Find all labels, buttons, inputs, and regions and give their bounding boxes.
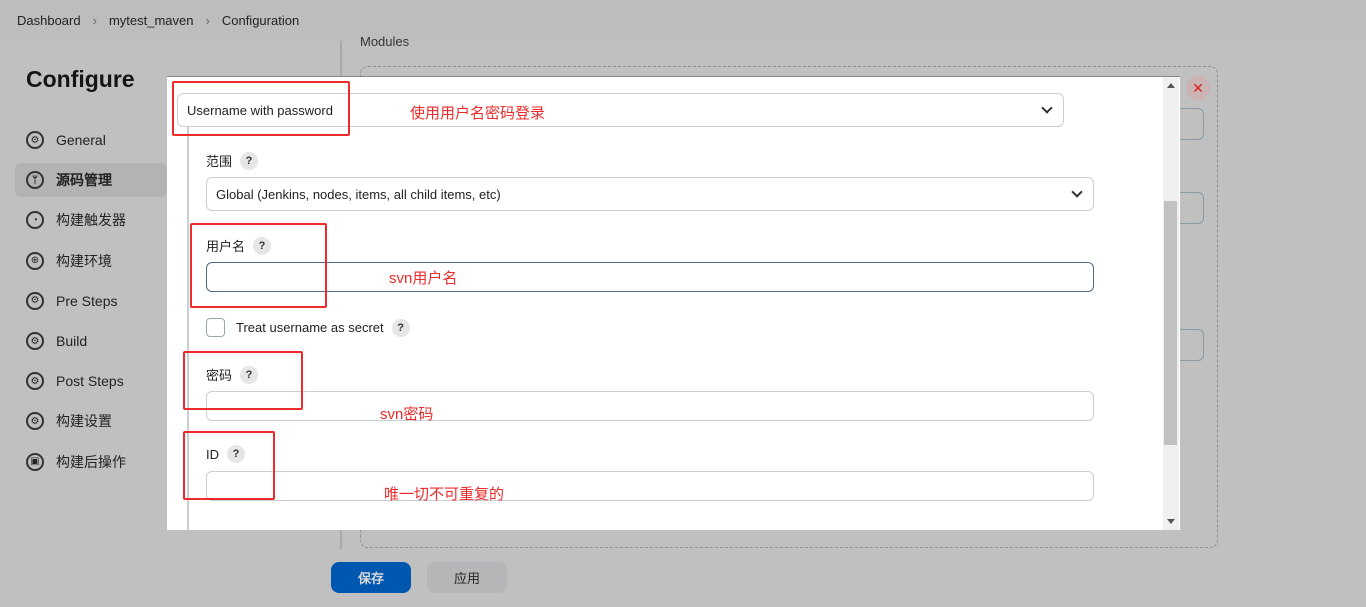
scope-label: 范围? <box>206 151 259 170</box>
breadcrumb: Dashboard › mytest_maven › Configuration <box>0 0 1366 41</box>
save-button[interactable]: 保存 <box>331 562 411 593</box>
sidebar-item[interactable]: ⚙ Post Steps <box>15 364 167 398</box>
breadcrumb-job[interactable]: mytest_maven <box>109 13 194 28</box>
chevron-down-icon <box>1071 186 1083 198</box>
gear-icon: ⚙ <box>26 291 44 310</box>
sidebar-item[interactable]: ⚙ 构建设置 <box>15 404 167 438</box>
annotation-box <box>183 351 303 410</box>
modules-label: Modules <box>360 34 410 49</box>
annotation-box <box>190 223 327 308</box>
scrollbar[interactable] <box>1163 77 1179 530</box>
sidebar-item-label: 构建后操作 <box>56 453 126 470</box>
package-icon: ▣ <box>26 452 44 471</box>
gear-icon: ⚙ <box>26 412 44 431</box>
sidebar-item[interactable]: ⊕ 构建环境 <box>15 244 167 278</box>
sidebar-item-label: Post Steps <box>56 373 124 390</box>
chevron-right-icon: › <box>205 13 210 28</box>
clock-icon: ◔ <box>26 211 44 230</box>
sidebar-item[interactable]: ⚙ General <box>15 123 167 157</box>
annotation-box <box>183 431 275 500</box>
chevron-down-icon <box>1041 102 1053 114</box>
scope-value: Global (Jenkins, nodes, items, all child… <box>216 186 501 202</box>
sidebar-item-label: Pre Steps <box>56 292 118 309</box>
treat-username-secret-checkbox[interactable] <box>206 318 225 337</box>
breadcrumb-dashboard[interactable]: Dashboard <box>17 13 81 28</box>
sidebar-item-label: 源码管理 <box>56 172 112 189</box>
page-title: Configure <box>26 66 135 92</box>
annotation-kind: 使用用户名密码登录 <box>410 105 546 122</box>
annotation-password: svn密码 <box>380 406 434 423</box>
sidebar-item-label: 构建环境 <box>56 252 112 269</box>
add-credentials-dialog: Username with password 范围? Global (Jenki… <box>167 76 1180 530</box>
sidebar-item-label: 构建设置 <box>56 413 112 430</box>
sidebar-item[interactable]: ᛘ 源码管理 <box>15 163 167 198</box>
gear-icon: ⚙ <box>26 131 44 149</box>
sidebar-item[interactable]: ▣ 构建后操作 <box>15 445 167 479</box>
sidebar-item-label: 构建触发器 <box>56 212 126 229</box>
scope-select[interactable]: Global (Jenkins, nodes, items, all child… <box>206 177 1094 211</box>
branch-icon: ᛘ <box>26 171 44 190</box>
annotation-box <box>172 81 350 136</box>
apply-button[interactable]: 应用 <box>427 562 507 593</box>
sidebar-item[interactable]: ⚙ Build <box>15 324 167 358</box>
annotation-username: svn用户名 <box>389 270 458 287</box>
id-input[interactable] <box>206 471 1094 501</box>
help-icon[interactable]: ? <box>391 318 410 337</box>
secret-label: Treat username as secret? <box>236 318 410 337</box>
sidebar-item[interactable]: ◔ 构建触发器 <box>15 203 167 237</box>
username-input[interactable] <box>206 262 1094 292</box>
gear-icon: ⚙ <box>26 332 44 350</box>
password-input[interactable] <box>206 391 1094 421</box>
sidebar-item-label: Build <box>56 333 88 349</box>
breadcrumb-configuration[interactable]: Configuration <box>222 13 299 28</box>
scroll-down-icon[interactable] <box>1167 519 1175 524</box>
chevron-right-icon: › <box>92 13 97 28</box>
sidebar-item-label: General <box>56 132 106 148</box>
sidebar-item[interactable]: ⚙ Pre Steps <box>15 284 167 318</box>
help-icon[interactable]: ? <box>240 151 259 170</box>
gear-icon: ⚙ <box>26 372 44 391</box>
scrollbar-thumb[interactable] <box>1164 201 1177 445</box>
close-icon[interactable]: ✕ <box>1186 76 1210 100</box>
scroll-up-icon[interactable] <box>1167 83 1175 88</box>
annotation-id: 唯一切不可重复的 <box>384 486 505 503</box>
globe-icon: ⊕ <box>26 251 44 270</box>
